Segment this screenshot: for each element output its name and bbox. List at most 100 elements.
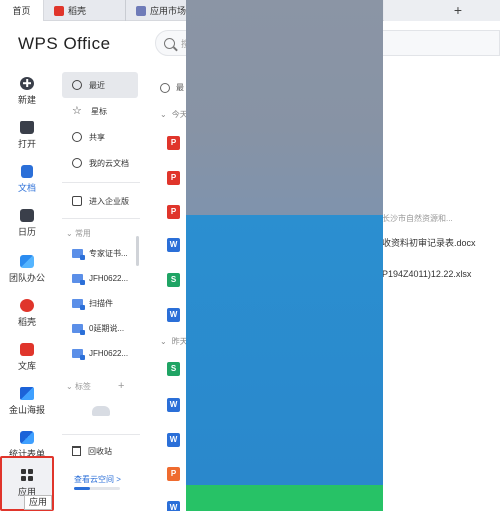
tab-daoke-label: 稻壳	[68, 6, 87, 16]
list-header: 最	[160, 82, 184, 93]
cloud-usage-fill	[74, 487, 91, 490]
common-item[interactable]: JFH0622...	[62, 340, 138, 366]
add-tag-icon[interactable]: +	[118, 380, 124, 392]
tabbar-empty-area	[384, 0, 500, 21]
share-icon	[72, 132, 82, 142]
tags-header[interactable]: ⌄ 标签 +	[66, 380, 124, 392]
common-item[interactable]: 0延期说...	[62, 315, 138, 341]
nav-item-label: 共享	[89, 132, 105, 142]
rail-item-calendar[interactable]: 日历	[0, 202, 54, 244]
folder-icon	[20, 120, 34, 134]
chevron-down-icon: ⌄	[66, 382, 75, 391]
nav-item-enterprise[interactable]: 进入企业版	[62, 188, 138, 214]
pdf-file-icon[interactable]: P	[167, 205, 180, 219]
word-file-icon[interactable]: W	[167, 308, 180, 322]
calendar-icon	[20, 208, 34, 222]
folder-icon	[72, 348, 85, 360]
common-item-label: 扫描件	[89, 298, 113, 308]
overlay-blue-block	[186, 215, 383, 485]
rail-item-label: 团队办公	[8, 272, 45, 283]
word-file-icon[interactable]: W	[167, 238, 180, 252]
sheet-file-icon[interactable]: S	[167, 362, 180, 376]
tab-home[interactable]: 首页	[0, 0, 44, 21]
nav-item-recent[interactable]: 最近	[62, 72, 138, 98]
divider	[62, 218, 140, 219]
word-file-icon[interactable]: W	[167, 398, 180, 412]
chevron-down-icon: ⌄	[160, 110, 167, 119]
common-item[interactable]: 扫描件	[62, 290, 138, 316]
divider	[62, 182, 140, 183]
common-header-label: 常用	[74, 229, 91, 238]
nav-item-shared[interactable]: 共享	[62, 124, 138, 150]
form-icon	[20, 430, 34, 444]
apps-grid-icon	[21, 469, 33, 481]
folder-icon	[72, 323, 85, 335]
group-yesterday[interactable]: ⌄ 昨天	[160, 336, 188, 347]
chevron-down-icon: ⌄	[160, 337, 167, 346]
document-nav: 最近 ☆ 星标 共享 我的云文档 进入企业版 ⌄ 常用 专家证书... JFH0…	[62, 70, 142, 511]
rail-item-team[interactable]: 团队办公	[0, 248, 54, 290]
ppt-file-icon[interactable]: P	[167, 467, 180, 481]
common-item-label: JFH0622...	[89, 273, 129, 283]
rail-item-label: 打开	[17, 138, 36, 149]
common-item-label: 专家证书...	[89, 248, 128, 258]
tags-header-label: 标签	[74, 382, 91, 391]
chevron-down-icon: ⌄	[66, 229, 75, 238]
nav-item-cloud-docs[interactable]: 我的云文档	[62, 150, 138, 176]
word-file-icon[interactable]: W	[167, 501, 180, 511]
view-cloud-space-link[interactable]: 查看云空间 >	[74, 474, 121, 485]
file-path: 长沙市自然资源和...	[382, 214, 453, 223]
nav-item-starred[interactable]: ☆ 星标	[62, 98, 138, 124]
list-header-label: 最	[176, 83, 184, 92]
rail-item-label: 稻壳	[17, 316, 36, 327]
overlay-gray-block	[186, 0, 383, 215]
left-rail: 新建 打开 文档 日历 团队办公 稻壳 文库 金山海报 统计表单 应用	[0, 70, 54, 511]
cloud-usage-bar	[74, 487, 120, 490]
divider	[62, 434, 140, 435]
word-file-icon[interactable]: W	[167, 433, 180, 447]
search-icon	[164, 37, 175, 49]
document-icon	[21, 164, 33, 178]
team-icon	[20, 254, 34, 268]
pdf-file-icon[interactable]: P	[167, 136, 180, 150]
rail-item-label: 日历	[17, 226, 36, 237]
nav-item-label: 回收站	[88, 446, 112, 456]
library-icon	[20, 342, 34, 356]
daoke-icon	[54, 5, 64, 16]
rail-item-poster[interactable]: 金山海报	[0, 380, 54, 422]
overlay-green-block	[186, 485, 383, 511]
clock-icon	[160, 82, 170, 93]
empty-tags-icon	[92, 406, 110, 416]
tab-app-market-label: 应用市场	[150, 6, 187, 16]
common-item[interactable]: JFH0622...	[62, 265, 138, 291]
new-tab-button[interactable]: +	[448, 0, 468, 21]
nav-item-label: 星标	[91, 106, 107, 116]
trash-icon	[72, 446, 81, 456]
folder-icon	[72, 248, 85, 260]
pdf-file-icon[interactable]: P	[167, 171, 180, 185]
common-header[interactable]: ⌄ 常用	[66, 228, 91, 239]
apps-tooltip: 应用	[24, 495, 53, 510]
clock-icon	[72, 80, 82, 90]
rail-item-label: 文档	[17, 182, 36, 193]
poster-icon	[20, 386, 34, 400]
tab-home-label: 首页	[12, 6, 31, 16]
common-item-label: JFH0622...	[89, 348, 129, 358]
building-icon	[72, 196, 82, 206]
file-name[interactable]: P194Z4011)12.22.xlsx	[382, 269, 471, 279]
nav-item-label: 我的云文档	[89, 158, 129, 168]
tab-daoke[interactable]: 稻壳	[50, 0, 126, 21]
common-item[interactable]: 专家证书...	[62, 240, 138, 266]
rail-item-documents[interactable]: 文档	[0, 158, 54, 200]
sheet-file-icon[interactable]: S	[167, 273, 180, 287]
file-name[interactable]: 收资料初审记录表.docx	[382, 236, 476, 249]
rail-item-library[interactable]: 文库	[0, 336, 54, 378]
rail-item-daoke[interactable]: 稻壳	[0, 292, 54, 334]
nav-item-label: 进入企业版	[89, 196, 129, 206]
nav-item-trash[interactable]: 回收站	[62, 442, 138, 460]
rail-item-open[interactable]: 打开	[0, 114, 54, 156]
nav-scrollbar[interactable]	[136, 236, 139, 266]
rail-item-label: 新建	[17, 94, 36, 105]
rail-item-new[interactable]: 新建	[0, 70, 54, 112]
group-today[interactable]: ⌄ 今天	[160, 109, 188, 120]
